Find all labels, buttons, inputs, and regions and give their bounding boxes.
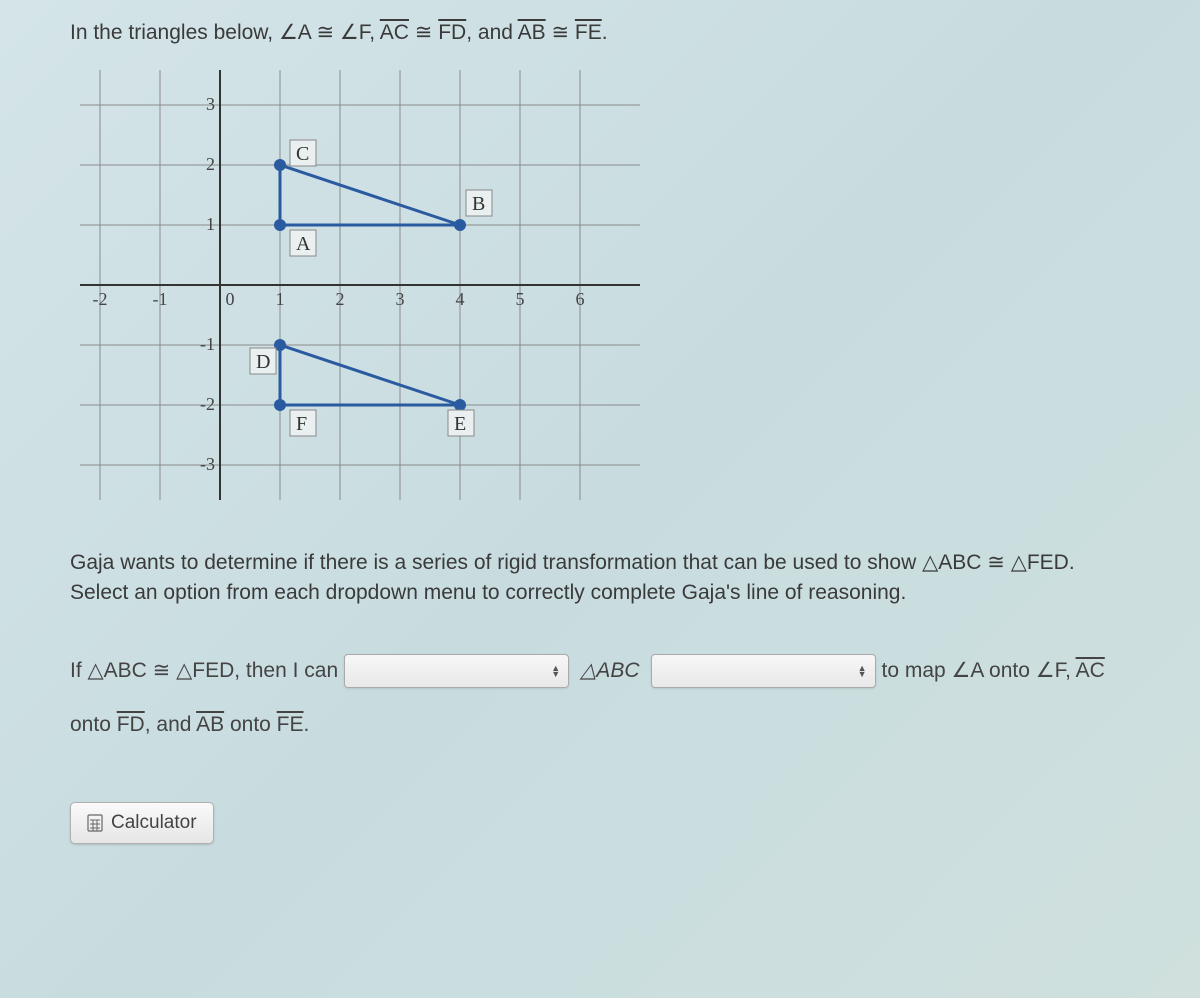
segment-ac: AC [380, 21, 409, 44]
point-label-d: D [256, 351, 270, 373]
segment-ab: AB [518, 21, 546, 44]
angle-f: ∠F [340, 21, 369, 44]
completion-sentence-row-2: onto FD, and AB onto FE. [70, 713, 1130, 737]
sentence-middle: △ABC [580, 658, 639, 683]
completion-sentence-row-1: If △ABC ≅ △FED, then I can ▲▼ △ABC ▲▼ to… [70, 654, 1130, 688]
xtick-2: 2 [336, 289, 345, 309]
stepper-icon: ▲▼ [551, 665, 560, 677]
calculator-icon [87, 814, 103, 832]
ytick-neg3: -3 [200, 454, 215, 474]
xtick-5: 5 [516, 289, 525, 309]
xtick-1: 1 [276, 289, 285, 309]
sentence-part-1: If △ABC ≅ △FED, then I can [70, 658, 338, 683]
dropdown-1[interactable]: ▲▼ [344, 654, 569, 688]
sentence-tail: to map ∠A onto ∠F, AC [882, 658, 1105, 683]
sentence-part-3: onto FD, and AB onto FE. [70, 713, 309, 737]
problem-statement: In the triangles below, ∠A ≅ ∠F, AC ≅ FD… [70, 20, 1130, 45]
point-label-a: A [296, 233, 311, 255]
intro-prefix: In the triangles below, [70, 21, 279, 44]
xtick-neg2: -2 [93, 289, 108, 309]
xtick-neg1: -1 [153, 289, 168, 309]
calculator-button[interactable]: Calculator [70, 802, 214, 844]
point-label-b: B [472, 193, 485, 215]
dropdown-2[interactable]: ▲▼ [651, 654, 876, 688]
xtick-6: 6 [576, 289, 585, 309]
ytick-1: 1 [206, 214, 215, 234]
point-label-e: E [454, 413, 466, 435]
instruction-line-2: Select an option from each dropdown menu… [70, 581, 906, 604]
segment-fe: FE [575, 21, 602, 44]
segment-fd: FD [438, 21, 466, 44]
instruction-text: Gaja wants to determine if there is a se… [70, 548, 1130, 609]
ytick-2: 2 [206, 154, 215, 174]
xtick-3: 3 [396, 289, 405, 309]
xtick-4: 4 [456, 289, 465, 309]
angle-a: ∠A [279, 21, 311, 44]
ytick-neg1: -1 [200, 334, 215, 354]
calculator-label: Calculator [111, 812, 197, 834]
instruction-line-1: Gaja wants to determine if there is a se… [70, 551, 1075, 574]
stepper-icon: ▲▼ [858, 665, 867, 677]
point-label-f: F [296, 413, 307, 435]
xtick-0: 0 [226, 289, 235, 309]
point-label-c: C [296, 143, 309, 165]
ytick-neg2: -2 [200, 394, 215, 414]
coordinate-graph: -2 -1 0 1 2 3 4 5 6 3 2 1 -1 -2 -3 [80, 70, 640, 500]
ytick-3: 3 [206, 94, 215, 114]
